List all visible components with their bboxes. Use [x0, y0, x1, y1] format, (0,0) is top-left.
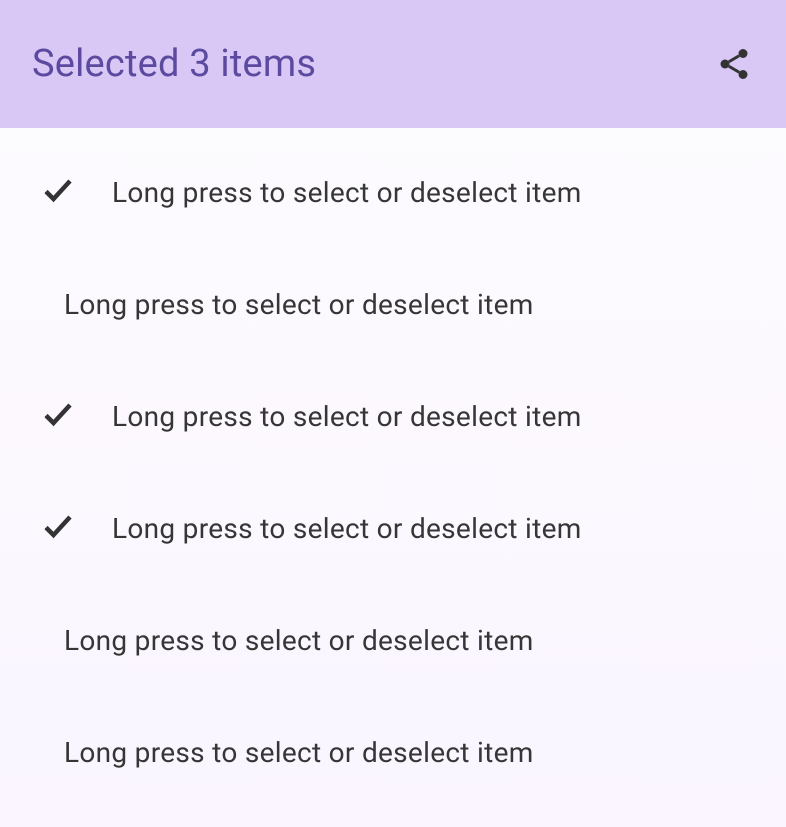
check-icon: [40, 508, 76, 548]
item-list: Long press to select or deselect item Lo…: [0, 128, 786, 808]
share-icon[interactable]: [714, 44, 754, 84]
check-icon: [40, 172, 76, 212]
header-title: Selected 3 items: [32, 42, 316, 86]
item-text-wrap: Long press to select or deselect item: [112, 400, 582, 433]
list-item[interactable]: Long press to select or deselect item: [0, 472, 786, 584]
item-text-wrap: Long press to select or deselect item: [64, 624, 534, 657]
item-label: Long press to select or deselect item: [112, 400, 582, 433]
list-item[interactable]: Long press to select or deselect item: [0, 136, 786, 248]
check-slot: [40, 508, 112, 548]
item-label: Long press to select or deselect item: [112, 176, 582, 209]
list-item[interactable]: Long press to select or deselect item: [0, 248, 786, 360]
header-bar: Selected 3 items: [0, 0, 786, 128]
item-text-wrap: Long press to select or deselect item: [112, 176, 582, 209]
list-item[interactable]: Long press to select or deselect item: [0, 584, 786, 696]
list-item[interactable]: Long press to select or deselect item: [0, 360, 786, 472]
item-label: Long press to select or deselect item: [64, 624, 534, 657]
item-text-wrap: Long press to select or deselect item: [112, 512, 582, 545]
item-text-wrap: Long press to select or deselect item: [64, 736, 534, 769]
check-icon: [40, 396, 76, 436]
item-label: Long press to select or deselect item: [64, 288, 534, 321]
check-slot: [40, 172, 112, 212]
item-label: Long press to select or deselect item: [64, 736, 534, 769]
item-text-wrap: Long press to select or deselect item: [64, 288, 534, 321]
item-label: Long press to select or deselect item: [112, 512, 582, 545]
list-item[interactable]: Long press to select or deselect item: [0, 696, 786, 808]
check-slot: [40, 396, 112, 436]
